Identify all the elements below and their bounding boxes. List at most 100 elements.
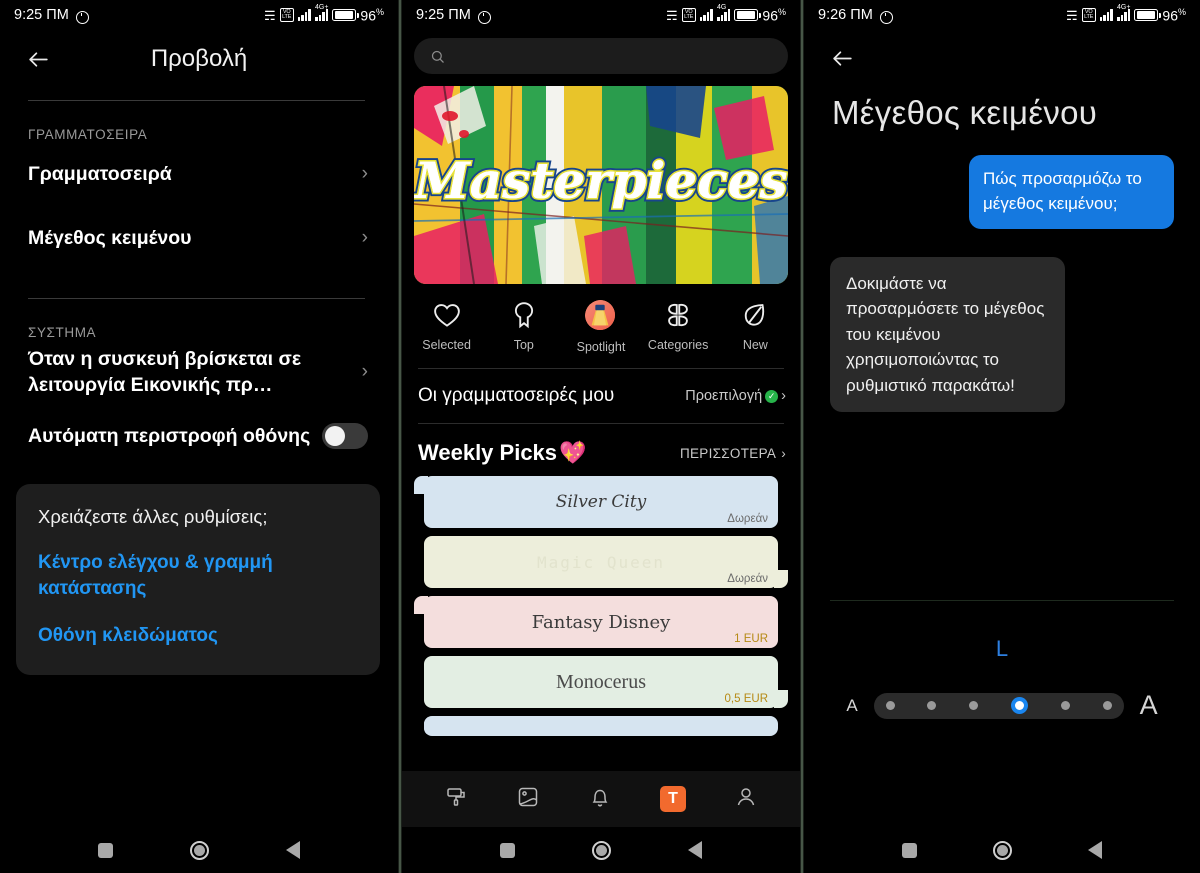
font-card-price: Δωρεάν	[727, 573, 768, 585]
leaf-icon	[745, 304, 765, 326]
category-selected[interactable]: Selected	[412, 300, 482, 354]
font-card[interactable]: Silver City Δωρεάν	[414, 476, 778, 528]
promo-banner[interactable]: Masterpieces Masterpieces Masterpieces	[414, 86, 788, 284]
search-bar[interactable]	[414, 38, 788, 74]
slider-step-5[interactable]	[1060, 701, 1070, 710]
slider-step-3[interactable]	[969, 701, 979, 710]
panel-display-settings: 9:25 ΠΜ ☴ VO LTE 4G+ 96% Προβολή ΓΡΑΜΜΑΤ…	[0, 0, 398, 873]
divider-slider	[830, 600, 1174, 601]
banner-text: Masterpieces	[414, 151, 788, 210]
nav-profile[interactable]	[734, 785, 758, 814]
battery-percent: 96%	[762, 6, 786, 24]
font-card[interactable]: Fantasy Disney 1 EUR	[414, 596, 778, 648]
slider-step-6[interactable]	[1102, 701, 1112, 710]
settings-row-auto-rotate[interactable]: Αυτόματη περιστροφή οθόνης	[0, 404, 398, 468]
search-input[interactable]	[453, 48, 772, 64]
back-nav-button[interactable]	[1088, 841, 1102, 859]
bluetooth-icon: ☴	[1066, 7, 1078, 23]
battery-icon	[332, 9, 359, 21]
back-button[interactable]	[12, 33, 64, 85]
font-card-name: Fantasy Disney	[531, 611, 671, 633]
category-label: New	[742, 338, 768, 352]
back-nav-button[interactable]	[687, 841, 702, 859]
app-bar-1: Προβολή	[0, 30, 398, 88]
weekly-picks-more-button[interactable]: ΠΕΡΙΣΣΟΤΕΡΑ ›	[680, 446, 786, 461]
slider-step-1[interactable]	[885, 701, 895, 710]
category-tabs: Selected Top Spotlight Categories New	[402, 284, 800, 362]
panel-text-size: 9:26 ΠΜ ☴ VO LTE 4G+ 96% Μέγεθος κειμένου	[804, 0, 1200, 873]
chat-preview: Πώς προσαρμόζω το μέγεθος κειμένου; Δοκι…	[804, 133, 1200, 413]
help-link-control-center[interactable]: Κέντρο ελέγχου & γραμμή κατάστασης	[38, 550, 358, 601]
app-bar-3	[804, 30, 1200, 86]
back-nav-button[interactable]	[285, 841, 300, 859]
font-card-price: Δωρεάν	[727, 513, 768, 525]
toggle-knob	[325, 426, 345, 446]
category-spotlight[interactable]: Spotlight	[566, 300, 636, 354]
home-button[interactable]	[591, 840, 611, 860]
signal-bars-2-icon: 4G+	[315, 4, 328, 21]
weekly-picks-title: Weekly Picks	[418, 440, 558, 465]
recents-button[interactable]	[500, 842, 516, 858]
my-fonts-row[interactable]: Οι γραμματοσειρές μου Προεπιλογή ✓ ›	[402, 369, 800, 423]
image-icon	[518, 787, 538, 806]
chevron-right-icon: ›	[781, 445, 786, 461]
status-left: 9:25 ΠΜ	[14, 7, 89, 24]
network-type-label: 4G	[717, 4, 727, 11]
auto-rotate-toggle[interactable]	[322, 423, 368, 449]
paint-roller-icon	[447, 787, 465, 806]
alarm-icon	[75, 9, 89, 24]
status-bar-2: 9:25 ΠΜ ☴ VO LTE 4G 96%	[402, 0, 800, 30]
category-new[interactable]: New	[720, 300, 790, 354]
signal-bars-icon	[1099, 9, 1114, 21]
text-size-slider[interactable]	[873, 692, 1124, 719]
nav-paint-roller[interactable]	[444, 785, 468, 814]
slider-step-4-selected[interactable]	[1011, 697, 1029, 714]
recents-button[interactable]	[98, 842, 114, 858]
volte-icon: VO LTE	[681, 8, 696, 22]
section-label-font: ΓΡΑΜΜΑΤΟΣΕΙΡΑ	[28, 127, 148, 142]
settings-row-text-size[interactable]: Μέγεθος κειμένου ›	[0, 206, 398, 270]
home-button[interactable]	[189, 840, 209, 860]
three-phone-screenshots: 9:25 ΠΜ ☴ VO LTE 4G+ 96% Προβολή ΓΡΑΜΜΑΤ…	[0, 0, 1200, 873]
app-bottom-nav: T	[402, 771, 800, 827]
chevron-right-icon: ›	[361, 227, 368, 248]
nav-images[interactable]	[516, 785, 540, 814]
settings-row-label: Μέγεθος κειμένου	[28, 226, 192, 249]
android-nav-bar-1	[0, 827, 398, 873]
slider-step-2[interactable]	[927, 701, 937, 710]
nav-notifications[interactable]	[588, 785, 612, 814]
status-right: ☴ VO LTE 4G+ 96%	[1066, 4, 1186, 23]
settings-row-font[interactable]: Γραμματοσειρά ›	[0, 142, 398, 206]
recents-button[interactable]	[902, 842, 917, 858]
my-fonts-value-group: Προεπιλογή ✓ ›	[685, 388, 786, 404]
back-button[interactable]	[816, 32, 868, 84]
slider-max-label: A	[1139, 690, 1158, 720]
category-top[interactable]: Top	[489, 300, 559, 354]
settings-row-label: Αυτόματη περιστροφή οθόνης	[28, 424, 311, 447]
font-card[interactable]: Magic Queen Δωρεάν	[424, 536, 788, 588]
font-card-name: Magic Queen	[537, 552, 665, 572]
bluetooth-icon: ☴	[666, 7, 678, 23]
font-card-partial[interactable]	[424, 716, 778, 736]
chevron-right-icon: ›	[781, 388, 786, 404]
section-label-system: ΣΥΣΤΗΜΑ	[28, 325, 97, 340]
category-categories[interactable]: Categories	[643, 300, 713, 354]
nav-text-tab[interactable]: T	[660, 786, 686, 812]
bell-icon	[592, 789, 608, 807]
network-type-label: 4G+	[1117, 4, 1131, 11]
chevron-right-icon: ›	[361, 361, 368, 382]
font-card[interactable]: Monocerus 0,5 EUR	[424, 656, 788, 708]
page-title: Μέγεθος κειμένου	[832, 94, 1098, 131]
check-badge-icon: ✓	[765, 389, 779, 403]
category-label: Selected	[422, 338, 471, 352]
bluetooth-icon: ☴	[264, 7, 276, 23]
alarm-icon	[477, 9, 491, 24]
help-question: Χρειάζεστε άλλες ρυθμίσεις;	[38, 506, 268, 527]
chevron-right-icon: ›	[361, 163, 368, 184]
battery-percent: 96%	[360, 6, 384, 24]
help-link-lock-screen[interactable]: Οθόνη κλειδώματος	[38, 623, 358, 649]
home-button[interactable]	[993, 840, 1012, 860]
status-bar-1: 9:25 ΠΜ ☴ VO LTE 4G+ 96%	[0, 0, 398, 30]
android-nav-bar-2	[402, 827, 800, 873]
settings-row-virtual-mode[interactable]: Όταν η συσκευή βρίσκεται σε λειτουργία Ε…	[0, 340, 398, 404]
